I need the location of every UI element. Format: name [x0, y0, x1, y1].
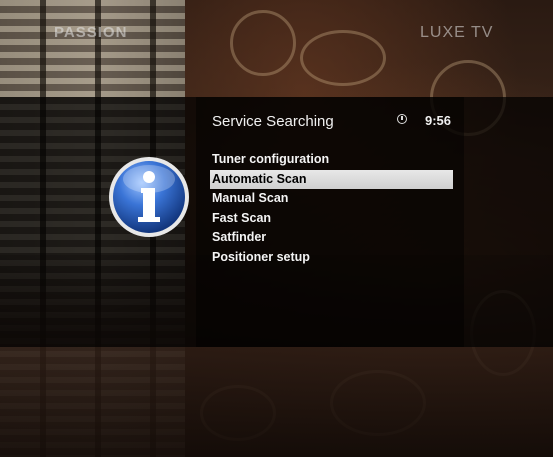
clock-icon	[397, 114, 407, 124]
channel-logo-left: PASSION	[54, 24, 128, 41]
tv-screen: PASSION LUXE TV Service Searching 9:56 T…	[0, 0, 553, 457]
service-search-menu: Tuner configuration Automatic Scan Manua…	[210, 150, 453, 268]
menu-item-positioner-setup[interactable]: Positioner setup	[210, 248, 453, 268]
clock-time: 9:56	[425, 113, 452, 128]
menu-item-automatic-scan[interactable]: Automatic Scan	[210, 169, 453, 190]
channel-logo-right: LUXE TV	[420, 24, 494, 41]
menu-item-fast-scan[interactable]: Fast Scan	[210, 209, 453, 229]
info-icon	[109, 157, 189, 237]
menu-item-satfinder[interactable]: Satfinder	[210, 228, 453, 248]
menu-title: Service Searching	[212, 113, 334, 130]
menu-item-tuner-configuration[interactable]: Tuner configuration	[210, 150, 453, 170]
menu-item-manual-scan[interactable]: Manual Scan	[210, 189, 453, 209]
